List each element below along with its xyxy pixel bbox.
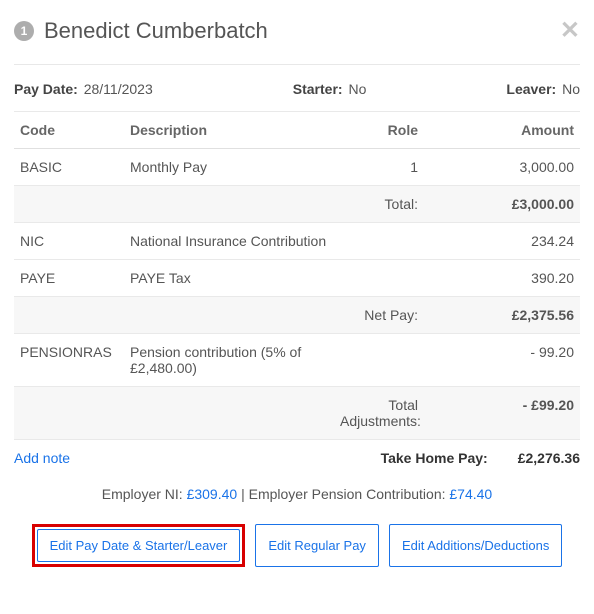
close-icon[interactable]: ✕ [560, 19, 580, 43]
edit-pay-date-button[interactable]: Edit Pay Date & Starter/Leaver [37, 529, 241, 562]
cell-code: PENSIONRAS [14, 334, 124, 387]
highlight-box: Edit Pay Date & Starter/Leaver [32, 524, 246, 567]
starter-value: No [348, 81, 366, 97]
leaver-label: Leaver: [506, 81, 556, 97]
totals-row: Net Pay: £2,375.56 [14, 297, 580, 334]
pay-table: Code Description Role Amount BASIC Month… [14, 111, 580, 440]
pay-date-value: 28/11/2023 [84, 81, 153, 97]
cell-amount: - 99.20 [424, 334, 580, 387]
totals-row: Total: £3,000.00 [14, 186, 580, 223]
table-row: NIC National Insurance Contribution 234.… [14, 223, 580, 260]
starter-label: Starter: [293, 81, 343, 97]
employer-info: Employer NI: £309.40 | Employer Pension … [14, 486, 580, 502]
pay-date-label: Pay Date: [14, 81, 78, 97]
th-code: Code [14, 112, 124, 149]
th-description: Description [124, 112, 334, 149]
edit-regular-pay-button[interactable]: Edit Regular Pay [255, 524, 379, 567]
table-row: PAYE PAYE Tax 390.20 [14, 260, 580, 297]
cell-code: PAYE [14, 260, 124, 297]
footer-row: Add note Take Home Pay: £2,276.36 [14, 450, 580, 466]
totals-row: Total Adjustments: - £99.20 [14, 387, 580, 440]
adjustments-value: - £99.20 [424, 387, 580, 440]
employer-ni-value[interactable]: £309.40 [187, 486, 238, 502]
take-home-value: £2,276.36 [518, 450, 580, 466]
meta-row: Pay Date: 28/11/2023 Starter: No Leaver:… [14, 81, 580, 97]
cell-amount: 390.20 [424, 260, 580, 297]
employer-pension-label: Employer Pension Contribution: [249, 486, 450, 502]
cell-amount: 234.24 [424, 223, 580, 260]
cell-description: PAYE Tax [124, 260, 334, 297]
netpay-label: Net Pay: [334, 297, 424, 334]
totals-value: £3,000.00 [424, 186, 580, 223]
th-role: Role [334, 112, 424, 149]
take-home-label: Take Home Pay: [381, 450, 488, 466]
step-badge: 1 [14, 21, 34, 41]
netpay-value: £2,375.56 [424, 297, 580, 334]
add-note-link[interactable]: Add note [14, 450, 70, 466]
th-amount: Amount [424, 112, 580, 149]
buttons-row: Edit Pay Date & Starter/Leaver Edit Regu… [14, 524, 580, 567]
cell-code: BASIC [14, 149, 124, 186]
cell-role [334, 260, 424, 297]
cell-role: 1 [334, 149, 424, 186]
cell-description: Monthly Pay [124, 149, 334, 186]
cell-code: NIC [14, 223, 124, 260]
edit-additions-button[interactable]: Edit Additions/Deductions [389, 524, 562, 567]
table-row: BASIC Monthly Pay 1 3,000.00 [14, 149, 580, 186]
cell-role [334, 223, 424, 260]
cell-role [334, 334, 424, 387]
cell-description: National Insurance Contribution [124, 223, 334, 260]
cell-description: Pension contribution (5% of £2,480.00) [124, 334, 334, 387]
page-title: Benedict Cumberbatch [44, 18, 560, 44]
adjustments-label: Total Adjustments: [334, 387, 424, 440]
leaver-value: No [562, 81, 580, 97]
cell-amount: 3,000.00 [424, 149, 580, 186]
header: 1 Benedict Cumberbatch ✕ [14, 12, 580, 65]
employer-ni-label: Employer NI: [102, 486, 187, 502]
employer-separator: | [237, 486, 248, 502]
totals-label: Total: [334, 186, 424, 223]
table-row: PENSIONRAS Pension contribution (5% of £… [14, 334, 580, 387]
table-header-row: Code Description Role Amount [14, 112, 580, 149]
employer-pension-value[interactable]: £74.40 [449, 486, 492, 502]
